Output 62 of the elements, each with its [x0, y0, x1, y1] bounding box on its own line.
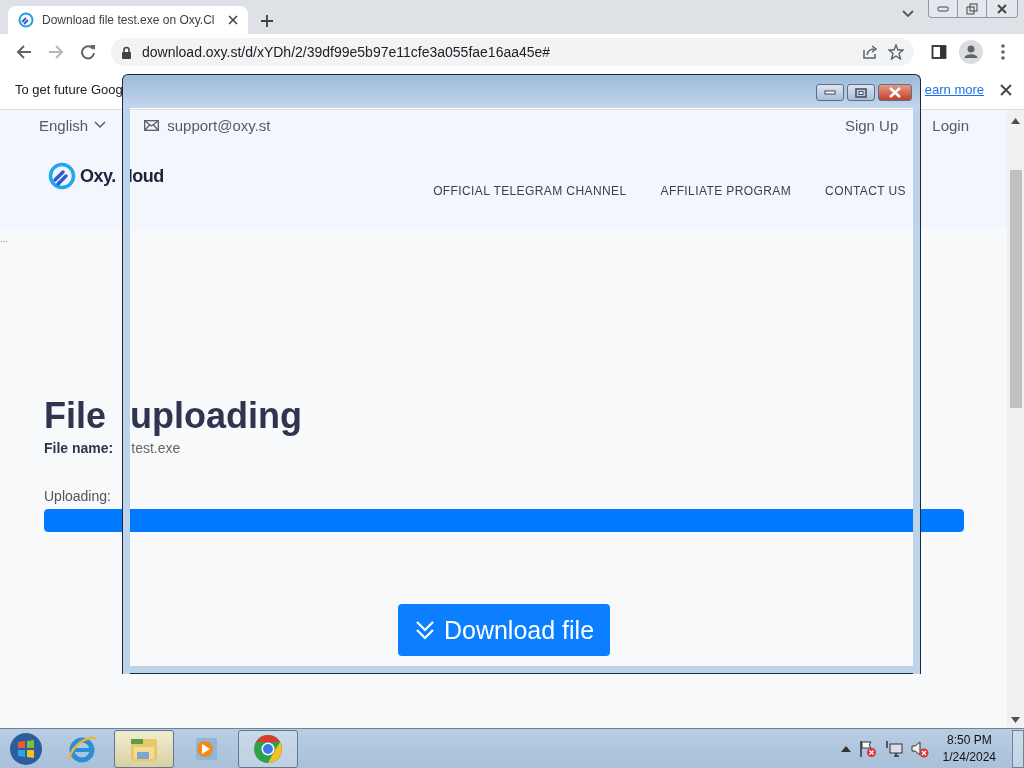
lock-icon: [121, 45, 132, 59]
flag-error-icon[interactable]: [858, 739, 877, 758]
language-dropdown[interactable]: English: [39, 116, 107, 134]
chrome-icon: [252, 732, 284, 765]
close-icon[interactable]: [1000, 83, 1012, 96]
close-button[interactable]: [878, 84, 912, 101]
ellipsis-text: ...: [0, 234, 8, 244]
logo-icon: [48, 162, 76, 190]
window-title-bar[interactable]: [122, 74, 921, 108]
close-icon: [996, 3, 1008, 14]
infobar-message: To get future Goog: [15, 82, 123, 97]
file-name: test.exe: [131, 440, 181, 456]
minimize-icon: [937, 5, 949, 12]
new-tab-button[interactable]: [260, 14, 274, 28]
nav-link[interactable]: CONTACT US: [825, 184, 906, 198]
back-arrow-icon: [16, 44, 32, 60]
login-link[interactable]: Login: [932, 116, 969, 134]
restore-icon: [966, 2, 978, 15]
tray-expand-icon[interactable]: [840, 745, 851, 752]
star-icon[interactable]: [888, 44, 904, 60]
profile-button[interactable]: [958, 39, 984, 65]
page-title: File uploading: [44, 394, 303, 438]
envelope-icon: [144, 119, 160, 131]
nav-link[interactable]: AFFILIATE PROGRAM: [660, 184, 792, 198]
chevron-down-icon[interactable]: [902, 10, 914, 18]
speaker-muted-icon[interactable]: [910, 739, 929, 758]
show-desktop-button[interactable]: [1012, 729, 1024, 768]
address-bar[interactable]: download.oxy.st/d/xYDh/2/39df99e5b97e11cfe3a055fae16aa45e#: [111, 38, 914, 66]
cloud-logo-icon: [18, 12, 34, 28]
minimize-icon: [824, 89, 836, 96]
maximize-icon: [855, 87, 867, 98]
download-button[interactable]: Download file: [397, 604, 611, 656]
reload-icon: [80, 44, 96, 60]
close-icon[interactable]: [228, 15, 238, 25]
file-name-label: File name:: [44, 440, 114, 456]
close-icon: [888, 87, 902, 98]
clock-time[interactable]: 8:50 PM: [946, 731, 992, 749]
learn-more-link[interactable]: earn more: [924, 82, 984, 97]
double-chevron-down-icon: [413, 619, 436, 641]
uploading-label: Uploading:: [44, 488, 112, 504]
nav-link[interactable]: OFFICIAL TELEGRAM CHANNEL: [433, 184, 627, 198]
scroll-up-icon[interactable]: [1011, 118, 1020, 124]
maximize-button[interactable]: [847, 84, 875, 101]
clock-date[interactable]: 1/24/2024: [942, 748, 996, 766]
scroll-down-icon[interactable]: [1011, 717, 1020, 723]
logo-text: Oxy.: [80, 165, 116, 187]
forward-arrow-icon: [48, 44, 64, 60]
menu-icon: [1001, 44, 1005, 60]
network-icon[interactable]: [884, 739, 903, 758]
minimize-button[interactable]: [816, 84, 844, 101]
scrollbar[interactable]: [1007, 110, 1024, 728]
windows-logo-icon: [8, 730, 44, 767]
sign-up-link[interactable]: Sign Up: [844, 116, 899, 134]
avatar-icon: [959, 40, 983, 64]
share-icon[interactable]: [862, 44, 878, 60]
taskbar-button[interactable]: [114, 729, 174, 768]
support-email-link[interactable]: support@oxy.st: [167, 116, 271, 134]
taskbar-button[interactable]: [238, 729, 298, 768]
side-panel-icon: [931, 44, 947, 60]
plus-icon: [260, 14, 274, 28]
chevron-down-icon: [94, 121, 107, 129]
browser-tab[interactable]: Download file test.exe on Oxy.Cl: [8, 6, 248, 34]
